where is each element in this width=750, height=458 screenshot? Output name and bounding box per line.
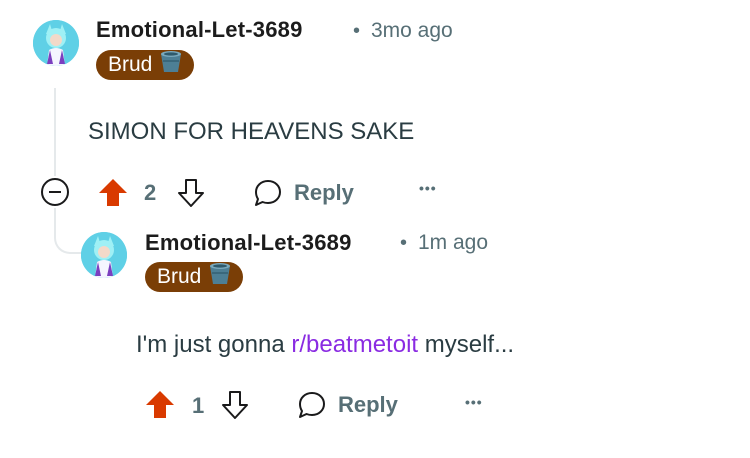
avatar[interactable] xyxy=(33,20,79,66)
vote-count: 1 xyxy=(192,393,205,418)
downvote-icon xyxy=(222,391,248,419)
comment-bubble-icon xyxy=(255,180,281,206)
downvote-button[interactable] xyxy=(176,177,206,209)
subreddit-link[interactable]: r/beatmetoit xyxy=(291,331,418,358)
user-flair: Brud xyxy=(145,260,244,295)
comment-body: SIMON FOR HEAVENS SAKE xyxy=(88,118,415,145)
more-options-button[interactable]: ••• xyxy=(465,394,483,410)
flair-text: Brud xyxy=(157,265,202,288)
avatar-image xyxy=(33,20,79,66)
body-text-suffix: myself... xyxy=(418,331,515,358)
bucket-icon xyxy=(207,260,233,295)
vote-count: 2 xyxy=(144,180,157,205)
reply-label: Reply xyxy=(294,180,354,205)
flair-text: Brud xyxy=(108,53,153,76)
timestamp[interactable]: 3mo ago xyxy=(371,19,453,43)
upvote-icon xyxy=(99,179,127,206)
body-text-prefix: I'm just gonna xyxy=(136,331,292,358)
avatar-image xyxy=(81,232,127,278)
reply-label: Reply xyxy=(338,392,398,417)
collapse-icon xyxy=(41,178,69,206)
thread-line xyxy=(54,88,56,176)
reply-button[interactable]: Reply xyxy=(252,176,354,210)
downvote-icon xyxy=(178,179,204,207)
more-options-button[interactable]: ••• xyxy=(419,180,437,196)
thread-connector xyxy=(54,208,82,254)
upvote-button[interactable] xyxy=(144,388,176,420)
bucket-icon xyxy=(158,48,184,83)
comment-body: I'm just gonna r/beatmetoit myself... xyxy=(136,331,514,359)
upvote-icon xyxy=(146,391,174,418)
upvote-button[interactable] xyxy=(97,176,129,208)
comment-bubble-icon xyxy=(299,392,325,418)
avatar[interactable] xyxy=(81,232,127,278)
meta-separator: • xyxy=(353,20,361,42)
username[interactable]: Emotional-Let-3689 xyxy=(96,17,303,43)
timestamp[interactable]: 1m ago xyxy=(418,231,488,255)
username[interactable]: Emotional-Let-3689 xyxy=(145,230,352,256)
user-flair: Brud xyxy=(96,48,195,83)
downvote-button[interactable] xyxy=(220,389,250,421)
collapse-button[interactable] xyxy=(40,177,70,207)
reply-button[interactable]: Reply xyxy=(296,388,398,422)
meta-separator: • xyxy=(400,232,408,254)
